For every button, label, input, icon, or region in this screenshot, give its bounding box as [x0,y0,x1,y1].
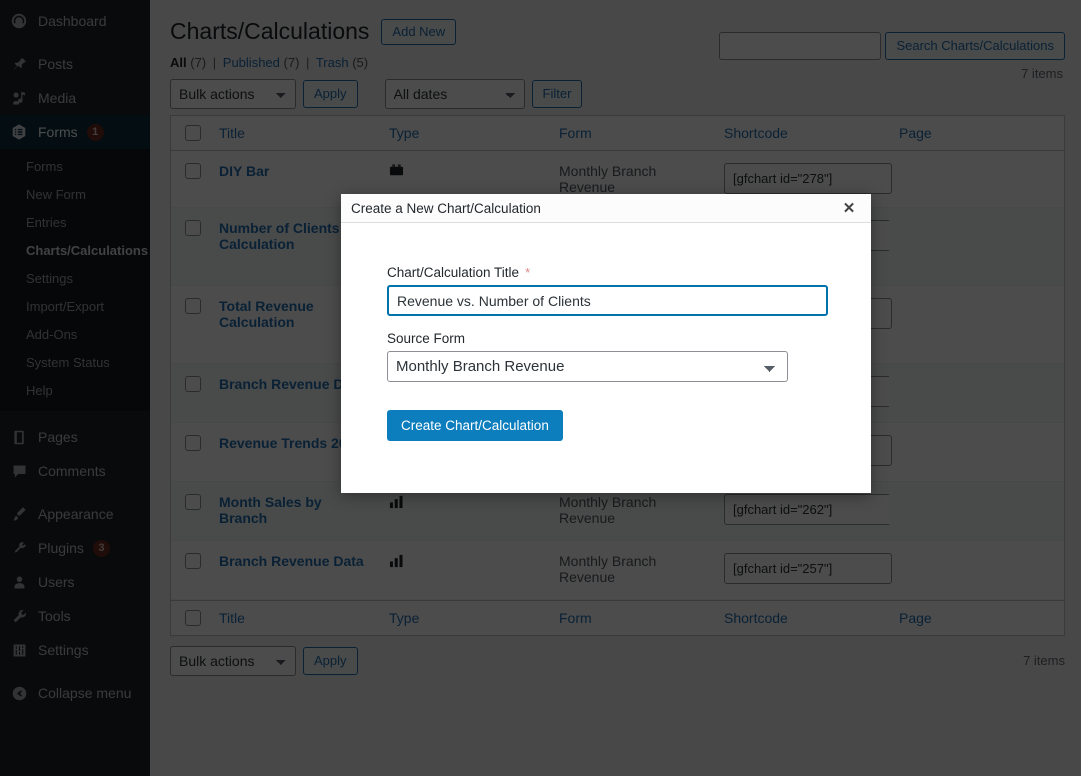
source-form-block: Source Form Monthly Branch Revenue [387,331,826,382]
modal-header: Create a New Chart/Calculation ✕ [341,194,871,223]
source-form-select[interactable]: Monthly Branch Revenue [387,351,788,382]
admin-screen: Dashboard Posts Media Forms 1 [0,0,1081,776]
chart-title-input[interactable] [387,285,828,316]
title-field-label: Chart/Calculation Title [387,265,520,280]
title-field-label-row: Chart/Calculation Title * [387,265,826,280]
create-chart-button[interactable]: Create Chart/Calculation [387,410,563,441]
close-icon[interactable]: ✕ [839,198,859,218]
source-form-label: Source Form [387,331,466,346]
modal-body: Chart/Calculation Title * Source Form Mo… [341,223,871,441]
required-marker: * [525,265,531,280]
modal-title: Create a New Chart/Calculation [351,200,541,216]
create-chart-modal: Create a New Chart/Calculation ✕ Chart/C… [341,194,871,493]
source-form-label-row: Source Form [387,331,826,346]
